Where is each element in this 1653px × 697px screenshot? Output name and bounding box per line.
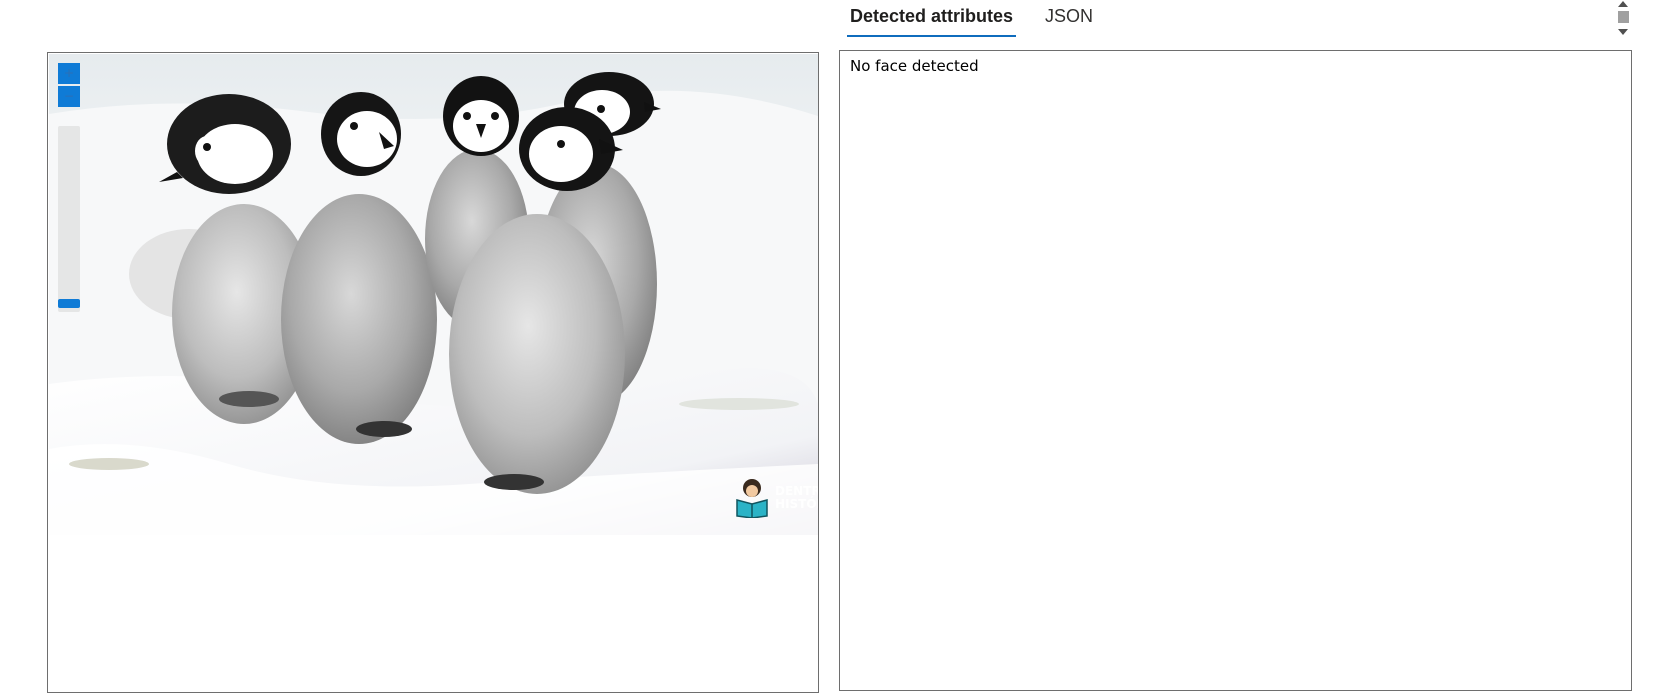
zoom-slider[interactable] [58, 126, 80, 312]
watermark-logo: DENTRO DA HISTÓRIA [735, 478, 818, 518]
scroll-up-arrow-icon[interactable] [1618, 1, 1628, 7]
zoom-in-button[interactable]: + [58, 63, 80, 84]
detected-attributes-panel: No face detected [839, 50, 1632, 691]
image-viewer[interactable]: + − DENTRO DA HISTÓRIA [47, 52, 819, 693]
zoom-out-button[interactable]: − [58, 86, 80, 107]
no-face-message: No face detected [850, 57, 979, 75]
scroll-down-arrow-icon[interactable] [1618, 29, 1628, 35]
watermark-text: DENTRO DA HISTÓRIA [775, 484, 818, 511]
penguins-photo [49, 54, 818, 535]
reader-icon [736, 479, 768, 518]
zoom-slider-thumb[interactable] [58, 299, 80, 308]
tab-json[interactable]: JSON [1042, 0, 1096, 38]
tab-detected-attributes[interactable]: Detected attributes [847, 0, 1017, 38]
result-tabs: Detected attributes JSON [847, 0, 1096, 38]
scroll-thumb[interactable] [1618, 11, 1629, 23]
face-detection-demo: + − DENTRO DA HISTÓRIA Detected attribut… [0, 0, 1653, 697]
page-scrollbar[interactable] [1614, 0, 1631, 40]
